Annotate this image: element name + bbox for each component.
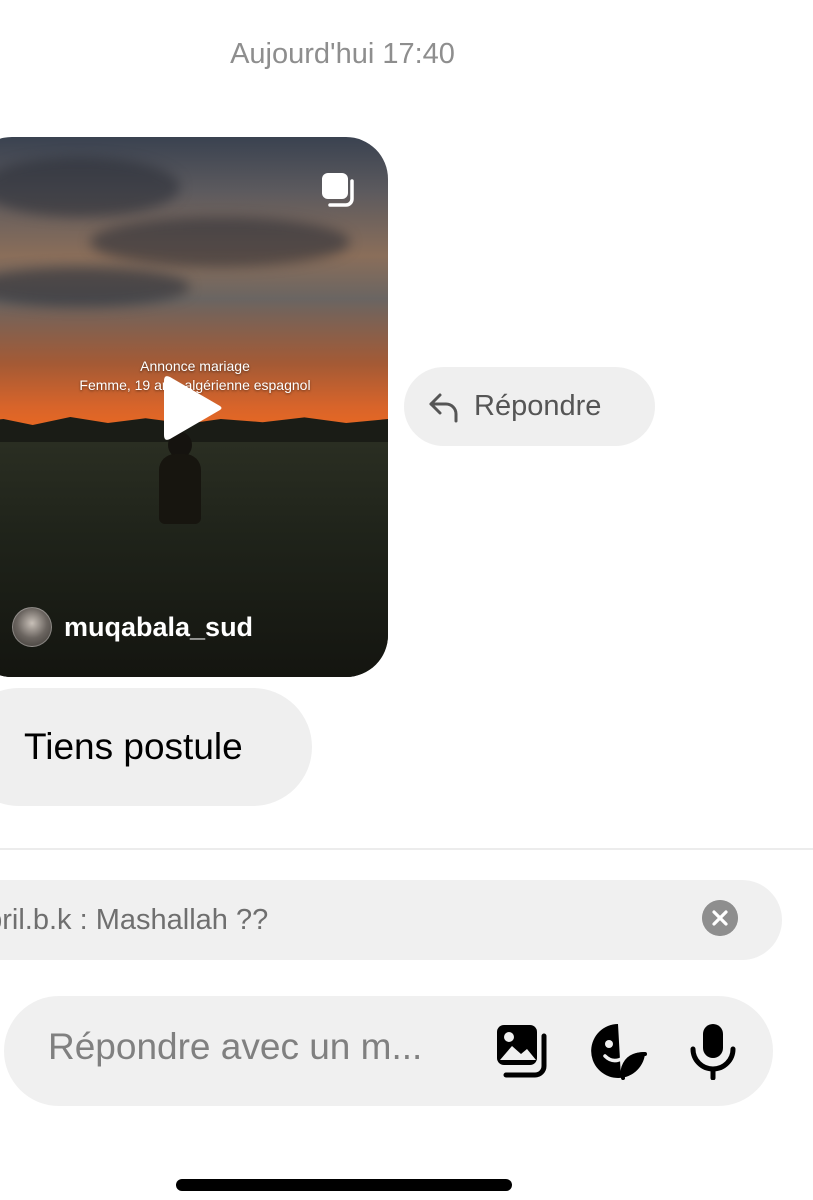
avatar xyxy=(12,607,52,647)
reel-owner[interactable]: muqabala_sud xyxy=(12,607,253,647)
microphone-icon[interactable] xyxy=(684,1022,742,1080)
reel-username: muqabala_sud xyxy=(64,611,254,642)
multiple-media-icon xyxy=(322,173,354,207)
reel-cloud xyxy=(0,157,180,217)
message-composer[interactable]: Répondre avec un m... xyxy=(4,996,773,1106)
divider xyxy=(0,848,813,850)
sticker-icon[interactable] xyxy=(589,1022,647,1080)
reply-button-label: Répondre xyxy=(474,390,602,422)
reel-cloud xyxy=(0,267,190,307)
replying-to-banner: abril.b.k : Mashallah ?? xyxy=(0,880,782,960)
reply-button[interactable]: Répondre xyxy=(404,367,655,446)
composer-input[interactable]: Répondre avec un m... xyxy=(48,1026,422,1068)
message-text: Tiens postule xyxy=(24,726,243,767)
play-icon[interactable] xyxy=(162,373,224,443)
reel-cloud xyxy=(90,217,350,267)
close-icon[interactable] xyxy=(702,900,738,936)
quoted-message-text: abril.b.k : Mashallah ?? xyxy=(0,903,269,936)
reply-arrow-icon xyxy=(429,393,458,422)
reel-silhouette xyxy=(155,432,205,527)
home-indicator[interactable] xyxy=(176,1179,512,1191)
message-timestamp: Aujourd'hui 17:40 xyxy=(230,38,455,70)
message-bubble[interactable]: Tiens postule xyxy=(0,688,312,806)
chat-screen: Aujourd'hui 17:40 Annonce mariage Femme,… xyxy=(0,0,813,1200)
gallery-icon[interactable] xyxy=(494,1022,552,1080)
shared-reel-card[interactable]: Annonce mariage Femme, 19 ans, algérienn… xyxy=(0,137,388,677)
